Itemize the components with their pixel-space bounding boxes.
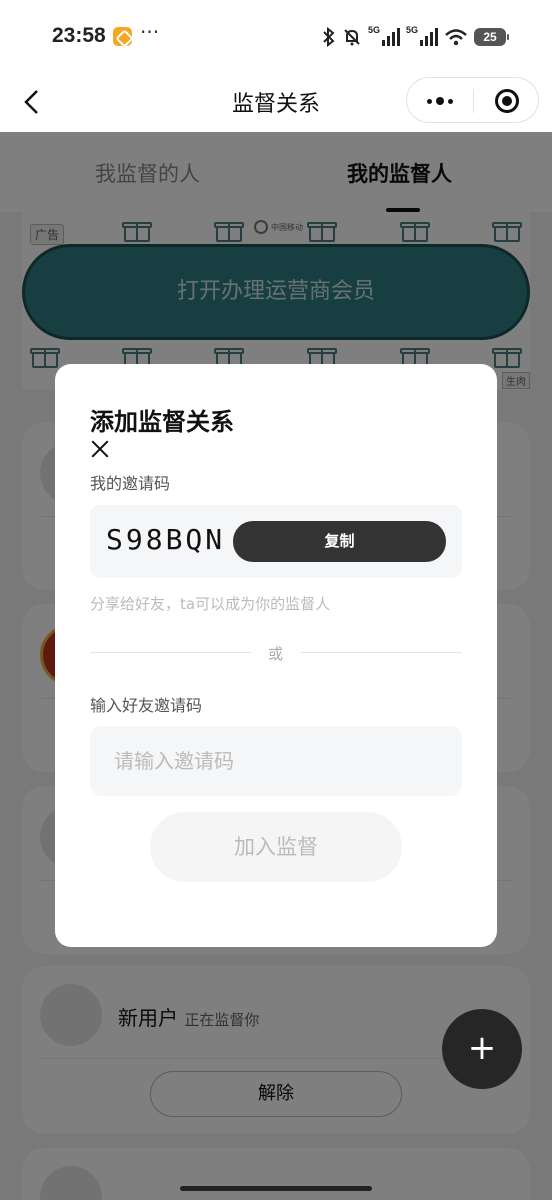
close-icon[interactable] [90, 440, 110, 460]
mini-program-capsule [406, 77, 539, 123]
status-icons: 5G 5G 25 [322, 25, 509, 49]
signal-icon-2: 5G [406, 25, 438, 46]
more-icon [427, 99, 432, 104]
app-notification-icon [113, 27, 132, 46]
status-bar: 23:58 ··· 5G 5G 25 [0, 0, 552, 72]
signal-label: 5G [368, 25, 381, 35]
divider-right [301, 652, 462, 653]
join-supervision-button[interactable]: 加入监督 [150, 812, 402, 882]
status-time: 23:58 [52, 24, 106, 47]
signal-icon: 5G [368, 25, 400, 46]
invite-code-box: S98BQN 复制 [90, 505, 462, 578]
invite-code-label: 我的邀请码 [90, 474, 171, 493]
nav-bar: 监督关系 [0, 72, 552, 132]
add-supervision-modal: 添加监督关系 我的邀请码 S98BQN 复制 分享给好友，ta可以成为你的监督人… [55, 364, 497, 947]
enter-code-label: 输入好友邀请码 [90, 696, 203, 715]
mute-bell-icon [342, 27, 362, 47]
copy-button[interactable]: 复制 [233, 521, 446, 562]
invite-code: S98BQN [106, 523, 226, 556]
share-hint: 分享给好友，ta可以成为你的监督人 [90, 595, 331, 613]
more-icon-dot [436, 97, 444, 105]
signal-label-2: 5G [406, 25, 419, 35]
more-icon-dot [448, 99, 453, 104]
more-button[interactable] [407, 78, 473, 124]
close-mini-program-button[interactable] [474, 78, 540, 124]
invite-code-input[interactable] [90, 726, 462, 796]
more-notifications-icon: ··· [140, 20, 160, 44]
modal-title: 添加监督关系 [90, 408, 234, 436]
add-button[interactable]: + [442, 1009, 522, 1089]
divider-left [90, 652, 251, 653]
target-icon-dot [502, 96, 512, 106]
or-separator: 或 [268, 645, 284, 663]
battery-icon: 25 [474, 28, 509, 46]
bluetooth-icon [322, 27, 336, 47]
wifi-icon [444, 28, 468, 46]
home-indicator [180, 1186, 372, 1191]
